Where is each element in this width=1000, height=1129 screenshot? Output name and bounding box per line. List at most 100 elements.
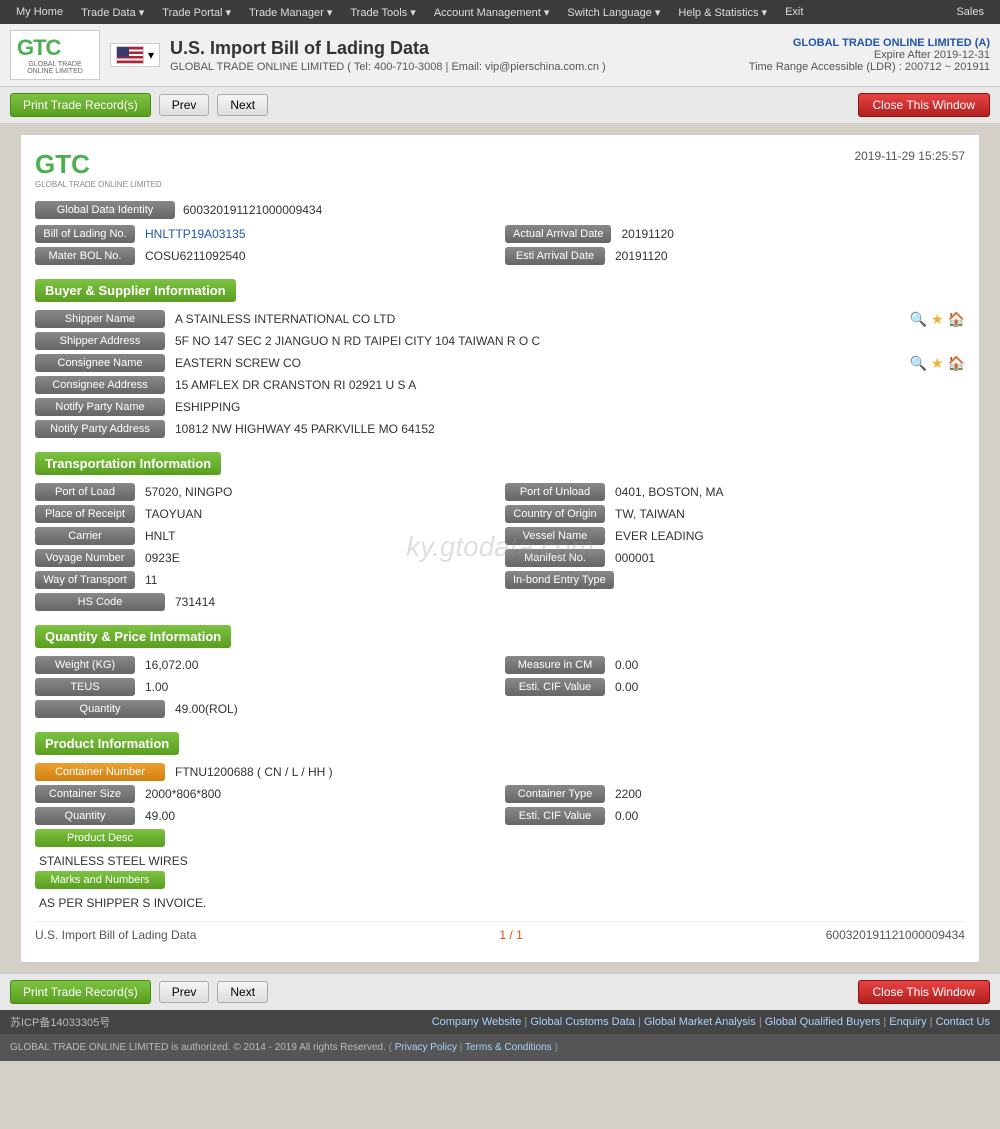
shipper-star-icon[interactable]: ★ <box>931 311 944 328</box>
measure-label: Measure in CM <box>505 656 605 674</box>
notify-party-address-row: Notify Party Address 10812 NW HIGHWAY 45… <box>35 420 965 438</box>
privacy-policy-link[interactable]: Privacy Policy <box>395 1042 457 1053</box>
teus-label: TEUS <box>35 678 135 696</box>
manifest-no-label: Manifest No. <box>505 549 605 567</box>
icp-number: 苏ICP备14033305号 <box>10 1014 110 1030</box>
footer-global-customs[interactable]: Global Customs Data <box>530 1016 635 1028</box>
shipper-home-icon[interactable]: 🏠 <box>948 311 965 328</box>
consignee-star-icon[interactable]: ★ <box>931 355 944 372</box>
next-button-bottom[interactable]: Next <box>217 981 268 1003</box>
terms-conditions-link[interactable]: Terms & Conditions <box>465 1042 552 1053</box>
port-of-load-field: Port of Load 57020, NINGPO <box>35 483 495 501</box>
print-button-top[interactable]: Print Trade Record(s) <box>10 93 151 117</box>
footer-company-website[interactable]: Company Website <box>432 1016 522 1028</box>
next-button-top[interactable]: Next <box>217 94 268 116</box>
footer-global-market[interactable]: Global Market Analysis <box>644 1016 756 1028</box>
nav-my-home[interactable]: My Home <box>8 3 71 22</box>
hs-code-row: HS Code 731414 <box>35 593 965 611</box>
footer-contact-us[interactable]: Contact Us <box>936 1016 990 1028</box>
header-title-block: U.S. Import Bill of Lading Data GLOBAL T… <box>170 38 606 73</box>
voyage-number-field: Voyage Number 0923E <box>35 549 495 567</box>
inbond-entry-field: In-bond Entry Type <box>505 571 965 589</box>
container-number-row: Container Number FTNU1200688 ( CN / L / … <box>35 763 965 781</box>
nav-help-statistics[interactable]: Help & Statistics ▾ <box>670 3 775 22</box>
nav-sales[interactable]: Sales <box>948 3 992 21</box>
shipper-search-icon[interactable]: 🔍 <box>910 311 927 328</box>
product-desc-row: Product Desc <box>35 829 965 847</box>
nav-trade-manager[interactable]: Trade Manager ▾ <box>241 3 340 22</box>
product-desc-value: STAINLESS STEEL WIRES <box>35 851 965 871</box>
nav-trade-data[interactable]: Trade Data ▾ <box>73 3 152 22</box>
panel-header: GTC GLOBAL TRADE ONLINE LIMITED 2019-11-… <box>35 149 965 189</box>
quantity2-cif2-row: Quantity 49.00 Esti. CIF Value 0.00 <box>35 807 965 825</box>
port-row: Port of Load 57020, NINGPO Port of Unloa… <box>35 483 965 501</box>
icp-bar: 苏ICP备14033305号 Company Website | Global … <box>0 1010 1000 1034</box>
flag-selector[interactable]: ▾ <box>110 43 160 67</box>
notify-party-name-value: ESHIPPING <box>171 398 965 416</box>
nav-account-management[interactable]: Account Management ▾ <box>426 3 558 22</box>
buyer-supplier-header: Buyer & Supplier Information <box>35 279 236 302</box>
consignee-address-value: 15 AMFLEX DR CRANSTON RI 02921 U S A <box>171 376 965 394</box>
voyage-number-label: Voyage Number <box>35 549 135 567</box>
prev-button-bottom[interactable]: Prev <box>159 981 210 1003</box>
inbond-entry-value <box>620 578 965 582</box>
us-flag-icon <box>116 46 144 64</box>
place-of-receipt-field: Place of Receipt TAOYUAN <box>35 505 495 523</box>
footer-enquiry[interactable]: Enquiry <box>889 1016 926 1028</box>
close-button-top[interactable]: Close This Window <box>858 93 990 117</box>
port-of-unload-label: Port of Unload <box>505 483 605 501</box>
global-data-identity-value: 600320191121000009434 <box>175 201 330 219</box>
weight-value: 16,072.00 <box>141 656 495 674</box>
close-button-bottom[interactable]: Close This Window <box>858 980 990 1004</box>
manifest-no-field: Manifest No. 000001 <box>505 549 965 567</box>
quantity-row: Quantity 49.00(ROL) <box>35 700 965 718</box>
nav-trade-tools[interactable]: Trade Tools ▾ <box>342 3 423 22</box>
prev-button-top[interactable]: Prev <box>159 94 210 116</box>
nav-exit[interactable]: Exit <box>777 3 811 22</box>
nav-switch-language[interactable]: Switch Language ▾ <box>559 3 668 22</box>
container-type-field: Container Type 2200 <box>505 785 965 803</box>
container-size-label: Container Size <box>35 785 135 803</box>
footer-links-area: Company Website | Global Customs Data | … <box>432 1016 990 1028</box>
quantity2-field: Quantity 49.00 <box>35 807 495 825</box>
panel-logo-sub: GLOBAL TRADE ONLINE LIMITED <box>35 180 162 189</box>
notify-party-address-value: 10812 NW HIGHWAY 45 PARKVILLE MO 64152 <box>171 420 965 438</box>
footer-qualified-buyers[interactable]: Global Qualified Buyers <box>765 1016 881 1028</box>
carrier-label: Carrier <box>35 527 135 545</box>
way-of-transport-value: 11 <box>141 571 495 589</box>
container-type-value: 2200 <box>611 785 965 803</box>
expire-info: Expire After 2019-12-31 <box>749 49 990 61</box>
consignee-address-row: Consignee Address 15 AMFLEX DR CRANSTON … <box>35 376 965 394</box>
consignee-icons: 🔍 ★ 🏠 <box>910 355 965 372</box>
esti-cif2-field: Esti. CIF Value 0.00 <box>505 807 965 825</box>
actual-arrival-field: Actual Arrival Date 20191120 <box>505 225 965 243</box>
carrier-vessel-row: Carrier HNLT Vessel Name EVER LEADING <box>35 527 965 545</box>
footer-toolbar: Print Trade Record(s) Prev Next Close Th… <box>0 973 1000 1010</box>
actual-arrival-value: 20191120 <box>617 225 965 243</box>
bol-no-value[interactable]: HNLTTP19A03135 <box>141 225 495 243</box>
consignee-home-icon[interactable]: 🏠 <box>948 355 965 372</box>
main-content: GTC GLOBAL TRADE ONLINE LIMITED 2019-11-… <box>0 124 1000 973</box>
bottom-bar: U.S. Import Bill of Lading Data 1 / 1 60… <box>35 921 965 948</box>
container-number-value: FTNU1200688 ( CN / L / HH ) <box>171 763 965 781</box>
global-data-identity-label: Global Data Identity <box>35 201 175 219</box>
header-bar: GTC GLOBAL TRADE ONLINE LIMITED ▾ U.S. I… <box>0 24 1000 87</box>
header-right: GLOBAL TRADE ONLINE LIMITED (A) Expire A… <box>749 37 990 73</box>
quantity2-value: 49.00 <box>141 807 495 825</box>
weight-label: Weight (KG) <box>35 656 135 674</box>
ldr-info: Time Range Accessible (LDR) : 200712 ~ 2… <box>749 61 990 73</box>
esti-arrival-value: 20191120 <box>611 247 965 265</box>
nav-trade-portal[interactable]: Trade Portal ▾ <box>154 3 239 22</box>
company-name: GLOBAL TRADE ONLINE LIMITED (A) <box>749 37 990 49</box>
consignee-search-icon[interactable]: 🔍 <box>910 355 927 372</box>
vessel-name-label: Vessel Name <box>505 527 605 545</box>
manifest-no-value: 000001 <box>611 549 965 567</box>
shipper-address-label: Shipper Address <box>35 332 165 350</box>
master-bol-field: Mater BOL No. COSU6211092540 <box>35 247 495 265</box>
way-of-transport-label: Way of Transport <box>35 571 135 589</box>
panel-logo-text: GTC <box>35 149 162 180</box>
bol-no-label: Bill of Lading No. <box>35 225 135 243</box>
notify-party-address-label: Notify Party Address <box>35 420 165 438</box>
shipper-name-label: Shipper Name <box>35 310 165 328</box>
print-button-bottom[interactable]: Print Trade Record(s) <box>10 980 151 1004</box>
